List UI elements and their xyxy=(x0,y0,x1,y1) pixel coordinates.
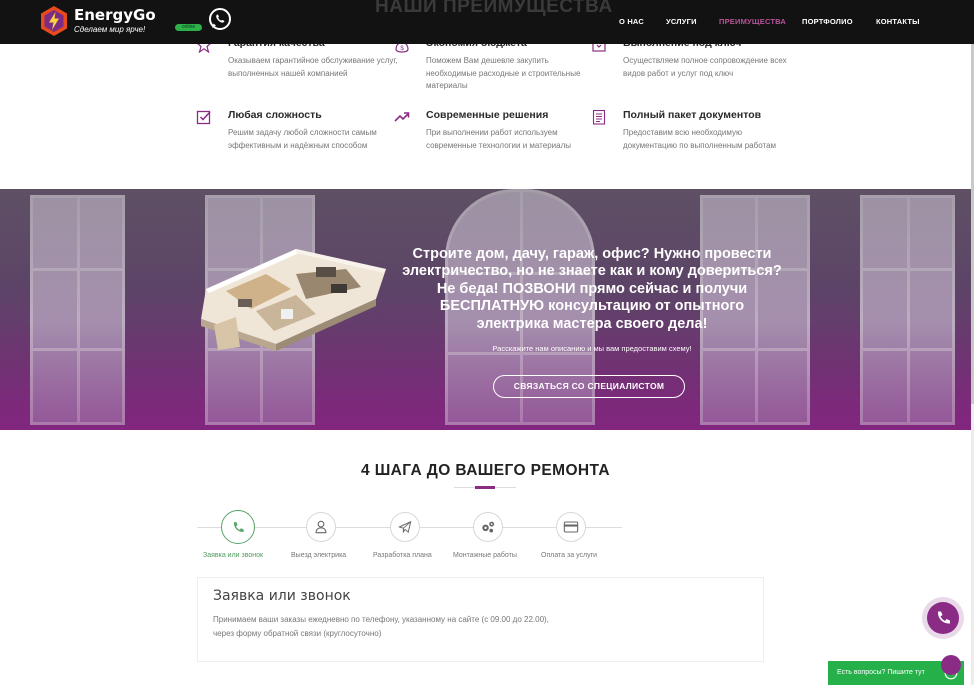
consultation-banner: Строите дом, дачу, гараж, офис? Нужно пр… xyxy=(0,189,971,430)
step-detail-text: Принимаем ваши заказы ежедневно по телеф… xyxy=(213,615,549,638)
advantage-item: Современные решения При выполнении работ… xyxy=(394,109,584,154)
nav-item-services[interactable]: УСЛУГИ xyxy=(666,17,697,26)
advantage-text: Предоставим всю необходимую документацию… xyxy=(623,128,777,150)
step-2-button[interactable] xyxy=(306,512,336,542)
chat-close-button[interactable] xyxy=(941,655,961,675)
banner-subtext: Расскажите нам описанию и мы вам предост… xyxy=(492,344,692,353)
steps-title: 4 ШАГА ДО ВАШЕГО РЕМОНТА xyxy=(360,462,610,479)
svg-text:$: $ xyxy=(400,46,404,52)
advantage-item: $ Экономия бюджета Поможем Вам дешевле з… xyxy=(394,37,584,93)
advantage-text: Поможем Вам дешевле закупить необходимые… xyxy=(426,56,581,90)
step-2-label[interactable]: Выезд электрика xyxy=(291,552,346,559)
advantage-text: Оказываем гарантийное обслуживание услуг… xyxy=(228,56,398,78)
section-title-advantages: НАШИ ПРЕИМУЩЕСТВА xyxy=(375,0,613,17)
nav-item-portfolio[interactable]: ПОРТФОЛИО xyxy=(802,17,853,26)
callback-button[interactable] xyxy=(927,602,959,634)
advantage-item: Гарантия качества Оказываем гарантийное … xyxy=(196,37,398,87)
step-detail-card: Заявка или звонок Принимаем ваши заказы … xyxy=(197,577,764,662)
floor-plan-illustration xyxy=(201,249,386,351)
advantage-text: Осуществляем полное сопровождение всех в… xyxy=(623,56,787,78)
step-detail-title: Заявка или звонок xyxy=(213,588,351,604)
step-3-button[interactable] xyxy=(390,512,420,542)
nav-item-advantages[interactable]: ПРЕИМУЩЕСТВА xyxy=(719,17,786,26)
phone-icon xyxy=(937,611,950,624)
phone-icon xyxy=(233,522,244,532)
trend-up-icon xyxy=(394,112,410,122)
paper-plane-icon xyxy=(398,520,412,534)
step-5-label[interactable]: Оплата за услуги xyxy=(541,552,597,559)
advantage-item: Любая сложность Решим задачу любой сложн… xyxy=(196,109,386,154)
advantage-title: Полный пакет документов xyxy=(623,109,762,121)
title-divider-accent xyxy=(475,486,495,489)
advantage-text: При выполнении работ используем современ… xyxy=(426,128,571,150)
step-3-label[interactable]: Разработка плана xyxy=(373,552,432,559)
main-nav: О НАС УСЛУГИ ПРЕИМУЩЕСТВА ПОРТФОЛИО КОНТ… xyxy=(0,17,974,29)
site-header: EnergyGo Сделаем мир ярче! online НАШИ П… xyxy=(0,0,974,44)
chat-widget-label: Есть вопросы? Пишите тут xyxy=(837,669,925,676)
document-icon xyxy=(592,109,606,125)
nav-item-contacts[interactable]: КОНТАКТЫ xyxy=(876,17,920,26)
gears-icon xyxy=(482,521,495,533)
step-1-button[interactable] xyxy=(221,510,255,544)
step-1-label[interactable]: Заявка или звонок xyxy=(203,552,263,559)
checkbox-icon xyxy=(196,110,211,125)
user-icon xyxy=(315,520,327,534)
advantage-item: Выполнение под ключ Осуществляем полное … xyxy=(591,37,787,93)
step-4-label[interactable]: Монтажные работы xyxy=(453,552,517,559)
contact-specialist-button[interactable]: СВЯЗАТЬСЯ СО СПЕЦИАЛИСТОМ xyxy=(493,375,685,398)
step-5-button[interactable] xyxy=(556,512,586,542)
advantage-title: Современные решения xyxy=(426,109,549,121)
credit-card-icon xyxy=(563,521,579,533)
advantage-title: Любая сложность xyxy=(228,109,322,121)
nav-item-about[interactable]: О НАС xyxy=(619,17,644,26)
step-4-button[interactable] xyxy=(473,512,503,542)
banner-headline: Строите дом, дачу, гараж, офис? Нужно пр… xyxy=(402,246,782,332)
advantage-text: Решим задачу любой сложности самым эффек… xyxy=(228,128,377,150)
advantage-item: Полный пакет документов Предоставим всю … xyxy=(591,109,781,154)
